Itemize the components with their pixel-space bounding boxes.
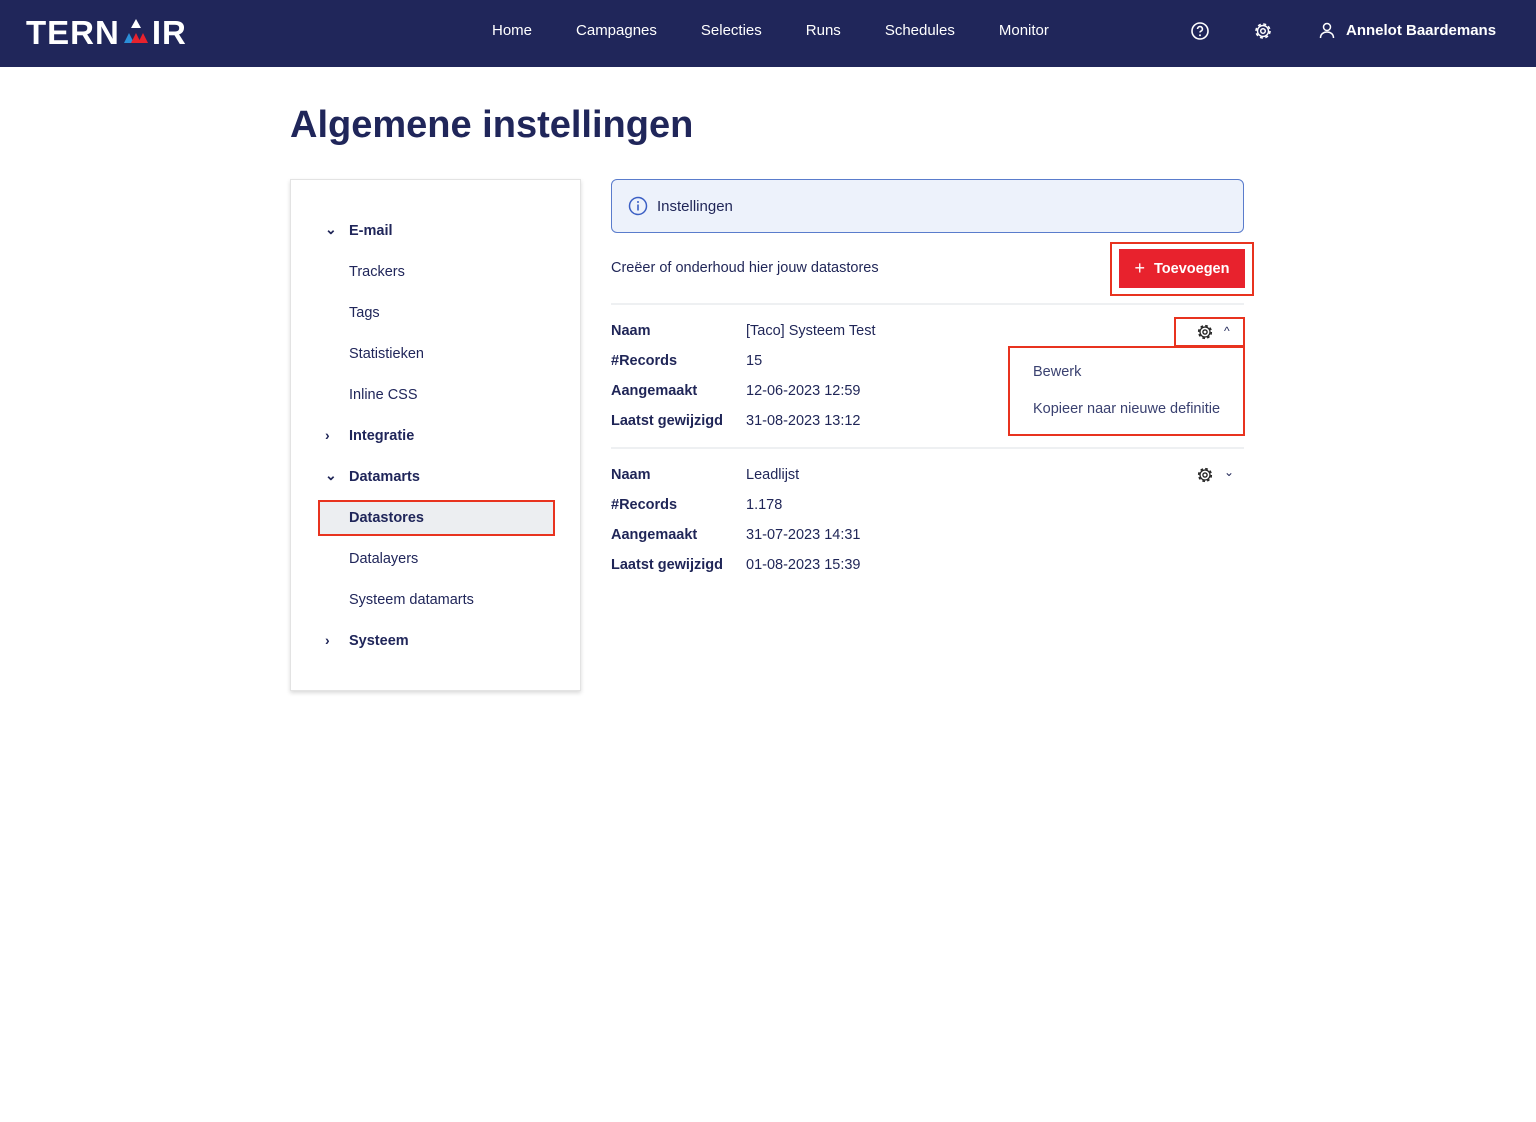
name-label: Naam [611, 323, 651, 339]
records-label: #Records [611, 497, 678, 513]
modified-label: Laatst gewijzigd [611, 413, 723, 429]
description: Creëer of onderhoud hier jouw datastores [611, 260, 879, 276]
records-label: #Records [611, 353, 678, 369]
chevron-right-icon[interactable]: › [325, 632, 330, 648]
settings-sidebar: ⌄ E-mail Trackers Tags Statistieken Inli… [290, 179, 581, 691]
divider [611, 447, 1244, 449]
logo[interactable]: TERN IR [26, 14, 187, 52]
sidebar-item-datastores[interactable]: Datastores [349, 510, 424, 526]
chevron-down-icon[interactable]: ⌄ [1224, 465, 1234, 479]
gear-icon[interactable] [1195, 465, 1215, 485]
user-icon [1319, 22, 1335, 39]
add-button[interactable]: + Toevoegen [1119, 249, 1245, 288]
actions-dropdown: Bewerk Kopieer naar nieuwe definitie [1008, 346, 1245, 436]
nav-home[interactable]: Home [492, 22, 532, 39]
nav-monitor[interactable]: Monitor [999, 22, 1049, 39]
sidebar-item-systeem[interactable]: Systeem [349, 633, 409, 649]
created-label: Aangemaakt [611, 527, 698, 543]
sidebar-item-trackers[interactable]: Trackers [349, 264, 405, 280]
chevron-down-icon[interactable]: ⌄ [325, 467, 337, 484]
records-value: 15 [746, 353, 763, 369]
plus-icon: + [1134, 258, 1146, 278]
add-button-label: Toevoegen [1154, 260, 1230, 277]
sidebar-item-email[interactable]: E-mail [349, 223, 393, 239]
chevron-down-icon[interactable]: ⌄ [325, 221, 337, 238]
created-value: 31-07-2023 14:31 [746, 527, 861, 543]
logo-text-1: TERN [26, 14, 120, 51]
records-value: 1.178 [746, 497, 783, 513]
modified-label: Laatst gewijzigd [611, 557, 723, 573]
nav-selecties[interactable]: Selecties [701, 22, 762, 39]
name-value: [Taco] Systeem Test [746, 323, 876, 339]
chevron-up-icon[interactable]: ^ [1224, 324, 1230, 338]
sidebar-item-systeem-datamarts[interactable]: Systeem datamarts [349, 592, 474, 608]
modified-value: 31-08-2023 13:12 [746, 413, 861, 429]
gear-icon[interactable] [1195, 322, 1215, 342]
help-icon[interactable] [1189, 20, 1211, 42]
created-label: Aangemaakt [611, 383, 698, 399]
name-label: Naam [611, 467, 651, 483]
menu-item-bewerk[interactable]: Bewerk [1033, 364, 1081, 380]
info-icon [628, 196, 648, 216]
menu-item-kopieer[interactable]: Kopieer naar nieuwe definitie [1033, 401, 1220, 417]
top-nav: TERN IR Home Campagnes Selecties Runs Sc… [0, 0, 1536, 67]
logo-triangle-icon [123, 19, 148, 43]
created-value: 12-06-2023 12:59 [746, 383, 861, 399]
chevron-right-icon[interactable]: › [325, 427, 330, 443]
page-title: Algemene instellingen [290, 104, 694, 146]
modified-value: 01-08-2023 15:39 [746, 557, 861, 573]
info-label: Instellingen [657, 197, 733, 215]
info-banner: Instellingen [611, 179, 1244, 233]
sidebar-item-datalayers[interactable]: Datalayers [349, 551, 418, 567]
user-menu[interactable]: Annelot Baardemans [1318, 21, 1496, 39]
name-value: Leadlijst [746, 467, 800, 483]
logo-text-2: IR [151, 14, 187, 51]
user-name: Annelot Baardemans [1346, 21, 1497, 39]
sidebar-item-integratie[interactable]: Integratie [349, 428, 414, 444]
sidebar-item-tags[interactable]: Tags [349, 305, 380, 321]
settings-gear-icon[interactable] [1252, 20, 1274, 42]
nav-campagnes[interactable]: Campagnes [576, 22, 657, 39]
sidebar-item-statistieken[interactable]: Statistieken [349, 346, 424, 362]
nav-runs[interactable]: Runs [806, 22, 841, 39]
sidebar-item-datamarts[interactable]: Datamarts [349, 469, 420, 485]
nav-schedules[interactable]: Schedules [885, 22, 955, 39]
sidebar-item-inline-css[interactable]: Inline CSS [349, 387, 418, 403]
divider [611, 303, 1244, 305]
